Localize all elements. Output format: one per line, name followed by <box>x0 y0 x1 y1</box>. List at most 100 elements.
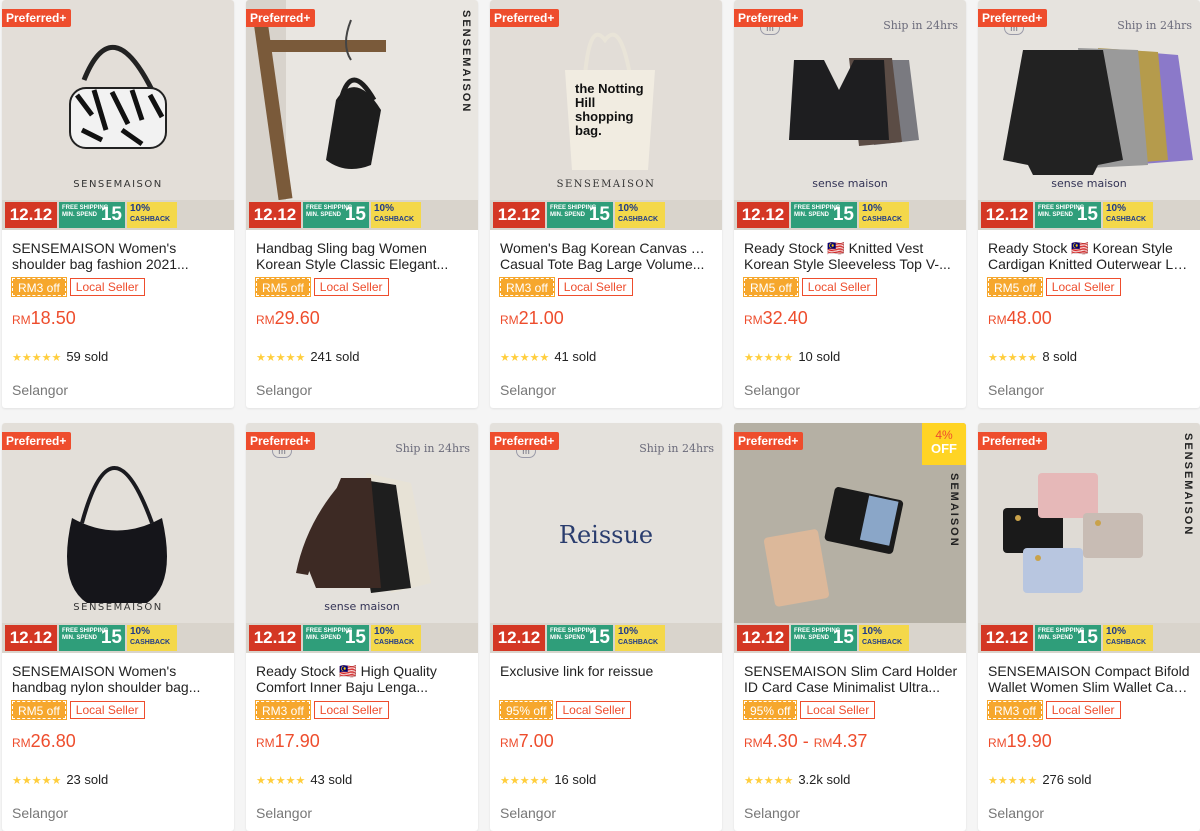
rating-stars: ★★★★★ <box>500 352 550 364</box>
brand-watermark: sense maison <box>324 600 400 613</box>
promo-free-shipping: FREE SHIPPING MIN. SPEND 15 <box>791 202 857 228</box>
product-price: RM17.90 <box>256 731 320 751</box>
product-name: Ready Stock 🇲🇾 Knitted Vest Korean Style … <box>744 240 951 272</box>
wallet-image <box>1003 473 1143 593</box>
rating-stars: ★★★★★ <box>744 775 794 787</box>
product-card[interactable]: m Ship in 24hrs Preferred+ sense maison … <box>978 0 1200 408</box>
ship-24hrs-label: Ship in 24hrs <box>1117 19 1192 32</box>
product-tags: RM5 off Local Seller <box>987 277 1121 297</box>
rating-sold: ★★★★★ 23 sold <box>12 772 109 787</box>
promo-date: 12.12 <box>737 625 789 651</box>
brand-watermark: sense maison <box>812 177 888 190</box>
rating-sold: ★★★★★ 3.2k sold <box>744 772 851 787</box>
promo-banner: 12.12 FREE SHIPPING MIN. SPEND 15 10% CASHB… <box>490 200 722 230</box>
promo-banner: 12.12 FREE SHIPPING MIN. SPEND 15 10% CASHB… <box>978 200 1200 230</box>
discount-tag: RM3 off <box>11 277 67 297</box>
nylon-bag-image <box>67 466 167 603</box>
reissue-text: Reissue <box>558 521 654 549</box>
product-location: Selangor <box>256 805 313 821</box>
promo-banner: 12.12 FREE SHIPPING MIN. SPEND 15 10% CASHB… <box>978 623 1200 653</box>
sling-bag-image <box>246 0 386 201</box>
product-card[interactable]: SENSEMAISON Preferred+ 12.12 FREE SHIPPI… <box>246 0 478 408</box>
product-card[interactable]: Reissue m Ship in 24hrs Preferred+ 12.12… <box>490 423 722 831</box>
product-card[interactable]: m Ship in 24hrs Preferred+ sense maison … <box>246 423 478 831</box>
product-image[interactable]: Preferred+ SENSEMAISON 12.12 FREE SHIPPI… <box>2 0 234 230</box>
brand-watermark: SENSEMAISON <box>73 602 163 613</box>
rating-sold: ★★★★★ 10 sold <box>744 349 841 364</box>
promo-free-shipping: FREE SHIPPING MIN. SPEND 15 <box>303 625 369 651</box>
product-card[interactable]: SENSEMAISON Preferred+ 12.12 FREE SHIPPI… <box>978 423 1200 831</box>
product-name: Handbag Sling bag Women Korean Style Clas… <box>256 240 449 272</box>
preferred-badge: Preferred+ <box>490 432 560 450</box>
promo-cashback: 10% CASHBACK <box>1103 202 1153 228</box>
promo-free-shipping: FREE SHIPPING MIN. SPEND 15 <box>303 202 369 228</box>
promo-banner: 12.12 FREE SHIPPING MIN. SPEND 15 10% CASHB… <box>2 200 234 230</box>
product-image[interactable]: m Ship in 24hrs Preferred+ sense maison … <box>978 0 1200 230</box>
product-tags: RM3 off Local Seller <box>255 700 389 720</box>
product-location: Selangor <box>988 382 1045 398</box>
promo-date: 12.12 <box>981 202 1033 228</box>
product-card[interactable]: SEMAISON 4% OFF Preferred+ 12.12 FREE SHI… <box>734 423 966 831</box>
product-image[interactable]: Preferred+ SENSEMAISON 12.12 FREE SHIPPI… <box>2 423 234 653</box>
discount-tag: RM5 off <box>987 277 1043 297</box>
product-card[interactable]: m Ship in 24hrs Preferred+ sense maison … <box>734 0 966 408</box>
product-card[interactable]: Preferred+ SENSEMAISON 12.12 FREE SHIPPI… <box>2 0 234 408</box>
product-name: Ready Stock 🇲🇾 Korean Style Cardigan Knit… <box>988 240 1194 272</box>
product-name: Ready Stock 🇲🇾 High Quality Comfort Inner… <box>256 663 437 695</box>
product-tags: 95% off Local Seller <box>498 700 632 720</box>
rating-stars: ★★★★★ <box>988 775 1038 787</box>
promo-date: 12.12 <box>249 625 301 651</box>
promo-date: 12.12 <box>5 625 57 651</box>
product-tags: RM5 off Local Seller <box>743 277 877 297</box>
brand-watermark: SENSEMAISON <box>73 179 163 190</box>
local-seller-tag: Local Seller <box>1045 278 1121 296</box>
product-image[interactable]: SENSEMAISON Preferred+ 12.12 FREE SHIPPI… <box>978 423 1200 653</box>
product-location: Selangor <box>744 382 801 398</box>
product-image[interactable]: SENSEMAISON Preferred+ 12.12 FREE SHIPPI… <box>246 0 478 230</box>
promo-free-shipping: FREE SHIPPING MIN. SPEND 15 <box>547 202 613 228</box>
promo-banner: 12.12 FREE SHIPPING MIN. SPEND 15 10% CASHB… <box>734 200 966 230</box>
promo-banner: 12.12 FREE SHIPPING MIN. SPEND 15 10% CASHB… <box>246 200 478 230</box>
product-price: RM19.90 <box>988 731 1052 751</box>
rating-sold: ★★★★★ 41 sold <box>500 349 597 364</box>
product-image[interactable]: m Ship in 24hrs Preferred+ sense maison … <box>246 423 478 653</box>
ship-24hrs-label: Ship in 24hrs <box>883 19 958 32</box>
product-card[interactable]: Preferred+ SENSEMAISON 12.12 FREE SHIPPI… <box>2 423 234 831</box>
product-card[interactable]: the Notting Hill shopping bag. Preferred… <box>490 0 722 408</box>
product-image[interactable]: Reissue m Ship in 24hrs Preferred+ 12.12… <box>490 423 722 653</box>
product-tags: RM5 off Local Seller <box>11 700 145 720</box>
rating-sold: ★★★★★ 59 sold <box>12 349 109 364</box>
local-seller-tag: Local Seller <box>313 701 389 719</box>
product-price: RM32.40 <box>744 308 808 328</box>
preferred-badge: Preferred+ <box>490 9 560 27</box>
promo-cashback: 10% CASHBACK <box>859 625 909 651</box>
product-image[interactable]: the Notting Hill shopping bag. Preferred… <box>490 0 722 230</box>
product-image[interactable]: m Ship in 24hrs Preferred+ sense maison … <box>734 0 966 230</box>
rating-stars: ★★★★★ <box>12 352 62 364</box>
promo-cashback: 10% CASHBACK <box>371 202 421 228</box>
product-image[interactable]: SEMAISON 4% OFF Preferred+ 12.12 FREE SHI… <box>734 423 966 653</box>
brand-watermark: SENSEMAISON <box>1182 433 1194 537</box>
promo-cashback: 10% CASHBACK <box>615 625 665 651</box>
promo-cashback: 10% CASHBACK <box>859 202 909 228</box>
zebra-bag-image <box>69 45 167 149</box>
product-tags: 95% off Local Seller <box>742 700 876 720</box>
rating-stars: ★★★★★ <box>500 775 550 787</box>
promo-free-shipping: FREE SHIPPING MIN. SPEND 15 <box>59 202 125 228</box>
preferred-badge: Preferred+ <box>246 432 316 450</box>
preferred-badge: Preferred+ <box>978 9 1048 27</box>
preferred-badge: Preferred+ <box>978 432 1048 450</box>
preferred-badge: Preferred+ <box>246 9 316 27</box>
local-seller-tag: Local Seller <box>557 278 633 296</box>
product-name: SENSEMAISON Compact Bifold Wallet Women S… <box>988 663 1194 695</box>
discount-tag: RM5 off <box>743 277 799 297</box>
rating-sold: ★★★★★ 16 sold <box>500 772 597 787</box>
rating-stars: ★★★★★ <box>12 775 62 787</box>
rating-stars: ★★★★★ <box>256 775 306 787</box>
rating-stars: ★★★★★ <box>256 352 306 364</box>
product-price: RM26.80 <box>12 731 76 751</box>
product-grid: Preferred+ SENSEMAISON 12.12 FREE SHIPPI… <box>0 0 1200 831</box>
preferred-badge: Preferred+ <box>2 432 72 450</box>
promo-banner: 12.12 FREE SHIPPING MIN. SPEND 15 10% CASHB… <box>2 623 234 653</box>
product-location: Selangor <box>12 382 69 398</box>
